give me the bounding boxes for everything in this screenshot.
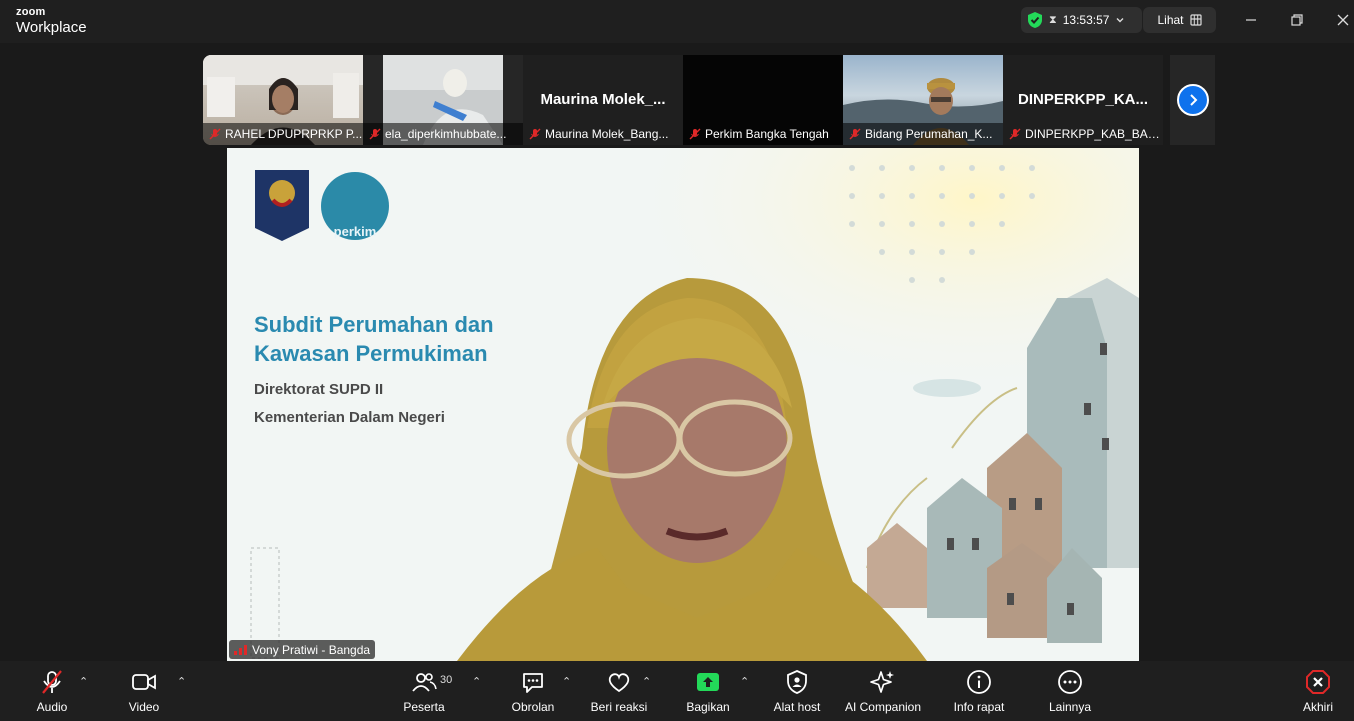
mic-muted-icon [42,670,62,694]
participants-count: 30 [440,674,453,686]
participant-name: RAHEL DPUPRPRKP P... [225,127,363,141]
slide-title-line-1: Subdit Perumahan dan [254,312,494,337]
participant-name: Bidang Perumahan_K... [865,127,993,141]
participant-name: ela_diperkimhubbate... [385,127,507,141]
participant-name: Perkim Bangka Tengah [705,127,829,141]
active-speaker-video[interactable]: perkim Subdit Perumahan dan Kawasan Perm… [227,148,1139,661]
participant-strip: RAHEL DPUPRPRKP P... ela_diperkimhubbate… [203,55,1163,145]
ai-companion-label: AI Companion [844,700,922,714]
participant-tile[interactable]: Maurina Molek_... Maurina Molek_Bang... [523,55,683,145]
ai-companion-button[interactable]: AI Companion [842,661,924,721]
end-meeting-icon [1306,670,1330,694]
participant-tile[interactable]: RAHEL DPUPRPRKP P... [203,55,363,145]
react-label: Beri reaksi [590,700,648,714]
mic-muted-icon [689,128,701,140]
participant-name-bar: Perkim Bangka Tengah [683,123,843,145]
minimize-button[interactable] [1241,10,1261,30]
chevron-down-icon [1116,18,1124,23]
slide-subtitle: Direktorat SUPD II Kementerian Dalam Neg… [254,376,445,432]
restore-button[interactable] [1287,10,1307,30]
participant-name: DINPERKPP_KAB_BAN... [1025,127,1163,141]
chat-label: Obrolan [511,700,555,714]
mic-muted-icon [529,128,541,140]
app-logo: zoom Workplace [16,6,87,36]
participants-options-caret[interactable]: ⌃ [472,675,481,688]
meeting-status-pill[interactable]: ⧗ 13:53:57 [1021,7,1142,33]
end-meeting-button[interactable]: Akhiri [1296,661,1340,721]
react-options-caret[interactable]: ⌃ [642,675,651,688]
brand-large: Workplace [16,19,87,36]
audio-options-caret[interactable]: ⌃ [79,675,88,688]
shield-icon [787,670,807,694]
brand-small: zoom [16,6,46,18]
sparkle-icon [870,671,894,693]
video-options-caret[interactable]: ⌃ [177,675,186,688]
slide-title-line-2: Kawasan Permukiman [254,341,488,366]
participants-label: Peserta [403,700,445,714]
share-options-caret[interactable]: ⌃ [740,675,749,688]
participant-name-bar: DINPERKPP_KAB_BAN... [1003,123,1163,145]
chat-options-caret[interactable]: ⌃ [562,675,571,688]
hourglass-icon: ⧗ [1049,13,1057,26]
more-options-icon [1058,670,1082,694]
heart-icon [608,673,630,693]
perkim-logo: perkim [333,224,377,239]
participant-name-bar: Maurina Molek_Bang... [523,123,683,145]
meeting-info-button[interactable]: Info rapat [950,661,1008,721]
active-speaker-label: Vony Pratiwi - Bangda [229,640,376,659]
participant-name-bar: RAHEL DPUPRPRKP P... [203,123,363,145]
react-button[interactable]: Beri reaksi [588,661,650,721]
next-participants-button[interactable] [1170,55,1215,145]
participant-tile[interactable]: Perkim Bangka Tengah [683,55,843,145]
shield-check-icon [1028,12,1042,28]
mic-muted-icon [1009,128,1021,140]
view-label: Lihat [1157,13,1184,27]
participants-button[interactable]: Peserta [400,661,448,721]
more-label: Lainnya [1048,700,1092,714]
participant-tile[interactable]: ela_diperkimhubbate... [363,55,523,145]
participant-name-bar: ela_diperkimhubbate... [363,123,523,145]
gallery-grid-icon [1189,14,1202,26]
view-button[interactable]: Lihat [1143,7,1216,33]
more-button[interactable]: Lainnya [1046,661,1094,721]
title-bar: zoom Workplace ⧗ 13:53:57 Lihat [0,0,1354,43]
share-screen-icon [697,673,719,691]
close-icon [1337,14,1349,26]
chevron-right-icon [1176,84,1209,116]
slide-subtitle-line-1: Direktorat SUPD II [254,381,384,398]
meeting-info-label: Info rapat [953,700,1005,714]
meeting-toolbar: Audio ⌃ Video ⌃ Peserta 30 ⌃ Obrolan ⌃ B… [0,661,1354,721]
share-label: Bagikan [686,700,730,714]
minimize-icon [1246,19,1256,21]
end-meeting-label: Akhiri [1302,700,1333,714]
participant-display-name: Maurina Molek_... [540,91,666,108]
participant-tile[interactable]: DINPERKPP_KA... DINPERKPP_KAB_BAN... [1003,55,1163,145]
chat-bubble-icon [523,673,543,693]
meeting-timer: 13:53:57 [1062,13,1110,27]
participant-tile[interactable]: Bidang Perumahan_K... [843,55,1003,145]
audio-label: Audio [36,700,68,714]
share-screen-button[interactable]: Bagikan [684,661,732,721]
video-button[interactable]: Video [122,661,166,721]
mic-muted-icon [849,128,861,140]
info-icon [967,670,991,694]
chat-button[interactable]: Obrolan [508,661,558,721]
slide-title: Subdit Perumahan dan Kawasan Permukiman [254,310,494,368]
active-speaker-name: Vony Pratiwi - Bangda [252,642,371,657]
host-tools-label: Alat host [773,700,821,714]
video-camera-icon [132,674,156,690]
restore-icon [1291,14,1303,26]
slide-subtitle-line-2: Kementerian Dalam Negeri [254,409,445,426]
participant-display-name: DINPERKPP_KA... [1017,91,1149,108]
participant-name-bar: Bidang Perumahan_K... [843,123,1003,145]
mic-muted-icon [369,128,381,140]
participants-icon [412,673,437,692]
participant-name: Maurina Molek_Bang... [545,127,669,141]
host-tools-button[interactable]: Alat host [770,661,824,721]
audio-button[interactable]: Audio [30,661,74,721]
signal-bars-icon [234,645,247,655]
video-label: Video [128,700,160,714]
close-window-button[interactable] [1333,10,1353,30]
mic-muted-icon [209,128,221,140]
